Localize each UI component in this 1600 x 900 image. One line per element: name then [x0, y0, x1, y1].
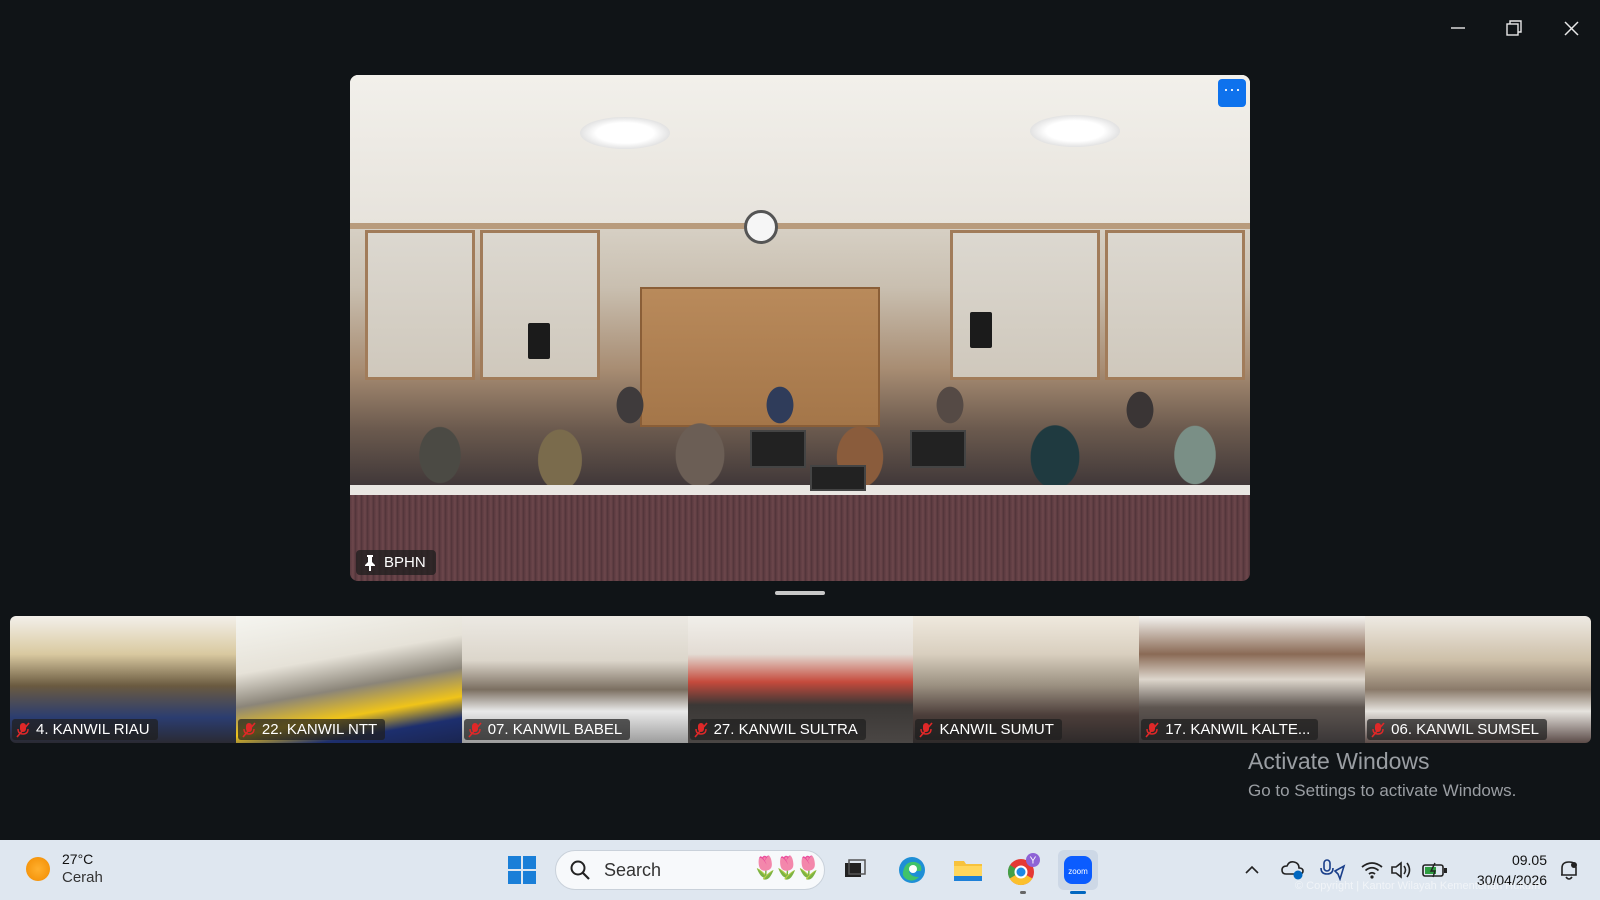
file-explorer-button[interactable] [948, 850, 988, 890]
battery-charging-icon [1422, 862, 1447, 878]
thumb-label: 22. KANWIL NTT [237, 719, 386, 740]
microphone-muted-icon [919, 721, 934, 738]
file-explorer-icon [954, 861, 982, 881]
ceiling-trim [350, 223, 1250, 229]
resize-drag-handle[interactable] [775, 591, 825, 595]
table-cloth [350, 495, 1250, 581]
notifications-button[interactable] [1556, 852, 1582, 888]
microphone-muted-icon [1145, 721, 1159, 738]
search-icon [570, 860, 590, 880]
close-icon [1563, 20, 1579, 36]
thumb-name: 06. KANWIL SUMSEL [1391, 721, 1539, 738]
thumb-label: 07. KANWIL BABEL [463, 719, 631, 740]
tulips-icon: 🌷🌷🌷 [751, 855, 822, 880]
microphone-muted-icon [16, 721, 30, 738]
wall-clock [744, 210, 778, 244]
wall-panel [365, 230, 475, 380]
microphone-muted-icon [242, 721, 256, 738]
wall-panel [950, 230, 1100, 380]
svg-text:zoom: zoom [1068, 867, 1088, 876]
speaker-volume-icon [1391, 861, 1411, 879]
thumb-name: KANWIL SUMUT [939, 721, 1054, 738]
thumb-name: 4. KANWIL RIAU [36, 721, 150, 738]
windows-start-icon [508, 856, 536, 884]
taskbar-search[interactable]: 🌷🌷🌷 [555, 850, 825, 890]
pin-icon [365, 554, 375, 571]
activate-title: Activate Windows [1248, 748, 1430, 774]
participant-thumb[interactable]: 4. KANWIL RIAU [10, 616, 236, 743]
ceiling-light [1030, 115, 1120, 147]
activate-subtitle: Go to Settings to activate Windows. [1248, 781, 1517, 800]
wall-panel [1105, 230, 1245, 380]
microphone-muted-icon [468, 721, 482, 738]
laptop [750, 430, 806, 468]
thumb-name: 27. KANWIL SULTRA [713, 721, 858, 738]
zoom-button[interactable]: zoom [1058, 850, 1098, 894]
participant-thumb[interactable]: 06. KANWIL SUMSEL [1365, 616, 1591, 743]
laptop [910, 430, 966, 468]
task-view-button[interactable] [835, 850, 875, 890]
active-app-indicator [1020, 891, 1026, 894]
zoom-icon: zoom [1064, 856, 1092, 884]
search-input[interactable] [602, 858, 756, 882]
notification-bell-icon [1561, 861, 1577, 880]
microphone-muted-icon [693, 721, 708, 738]
restore-button[interactable] [1494, 14, 1534, 42]
ceiling-light [580, 117, 670, 149]
participant-thumb[interactable]: 27. KANWIL SULTRA [687, 616, 914, 743]
microphone-in-use-icon [1320, 859, 1346, 881]
laptop [810, 465, 866, 491]
close-button[interactable] [1551, 14, 1591, 42]
participant-strip: 4. KANWIL RIAU 22. KANWIL NTT 07. KANWIL… [10, 616, 1591, 743]
restore-icon [1506, 20, 1522, 36]
weather-widget[interactable]: 27°C Cerah [26, 850, 103, 888]
chrome-icon: Y [1007, 853, 1040, 886]
participant-thumb[interactable]: 22. KANWIL NTT [235, 616, 462, 743]
participant-thumb[interactable]: 07. KANWIL BABEL [461, 616, 688, 743]
chevron-up-icon [1245, 865, 1259, 874]
active-app-indicator [1070, 891, 1086, 894]
thumb-label: KANWIL SUMUT [915, 719, 1062, 740]
edge-icon [899, 857, 925, 883]
clock-time: 09.05 [1511, 852, 1547, 868]
cloud-sync-icon [1281, 861, 1304, 880]
speaker [970, 312, 992, 348]
thumb-label: 17. KANWIL KALTE... [1141, 719, 1319, 740]
video-ceiling [350, 75, 1250, 225]
activate-windows-watermark: Activate Windows Go to Settings to activ… [1248, 748, 1516, 801]
participant-thumb[interactable]: KANWIL SUMUT [913, 616, 1140, 743]
thumb-label: 06. KANWIL SUMSEL [1367, 719, 1547, 740]
start-button[interactable] [502, 850, 542, 890]
main-video-tile[interactable]: ··· BPHN [350, 75, 1250, 581]
participant-name-tag: BPHN [356, 550, 436, 575]
thumb-name: 17. KANWIL KALTE... [1165, 721, 1311, 738]
participant-thumb[interactable]: 17. KANWIL KALTE... [1139, 616, 1366, 743]
weather-condition: Cerah [62, 869, 103, 886]
thumb-name: 07. KANWIL BABEL [487, 721, 623, 738]
more-options-button[interactable]: ··· [1218, 79, 1246, 107]
edge-button[interactable] [892, 850, 932, 890]
sun-icon [26, 857, 50, 881]
svg-text:Y: Y [1030, 856, 1037, 867]
thumb-name: 22. KANWIL NTT [261, 721, 378, 738]
thumb-label: 4. KANWIL RIAU [12, 719, 158, 740]
task-view-icon [845, 859, 866, 877]
chrome-button[interactable]: Y [1003, 850, 1043, 894]
speaker [528, 323, 550, 359]
microphone-muted-icon [1371, 721, 1385, 738]
copyright-overlay: © Copyright | Kantor Wilayah Kementerian… [1295, 880, 1541, 892]
thumb-label: 27. KANWIL SULTRA [689, 719, 866, 740]
minimize-button[interactable] [1438, 14, 1478, 42]
participant-name: BPHN [384, 554, 426, 571]
wifi-icon [1361, 862, 1383, 879]
weather-temp: 27°C [62, 851, 94, 867]
minimize-icon [1451, 27, 1465, 29]
show-hidden-icons-button[interactable] [1240, 852, 1264, 888]
